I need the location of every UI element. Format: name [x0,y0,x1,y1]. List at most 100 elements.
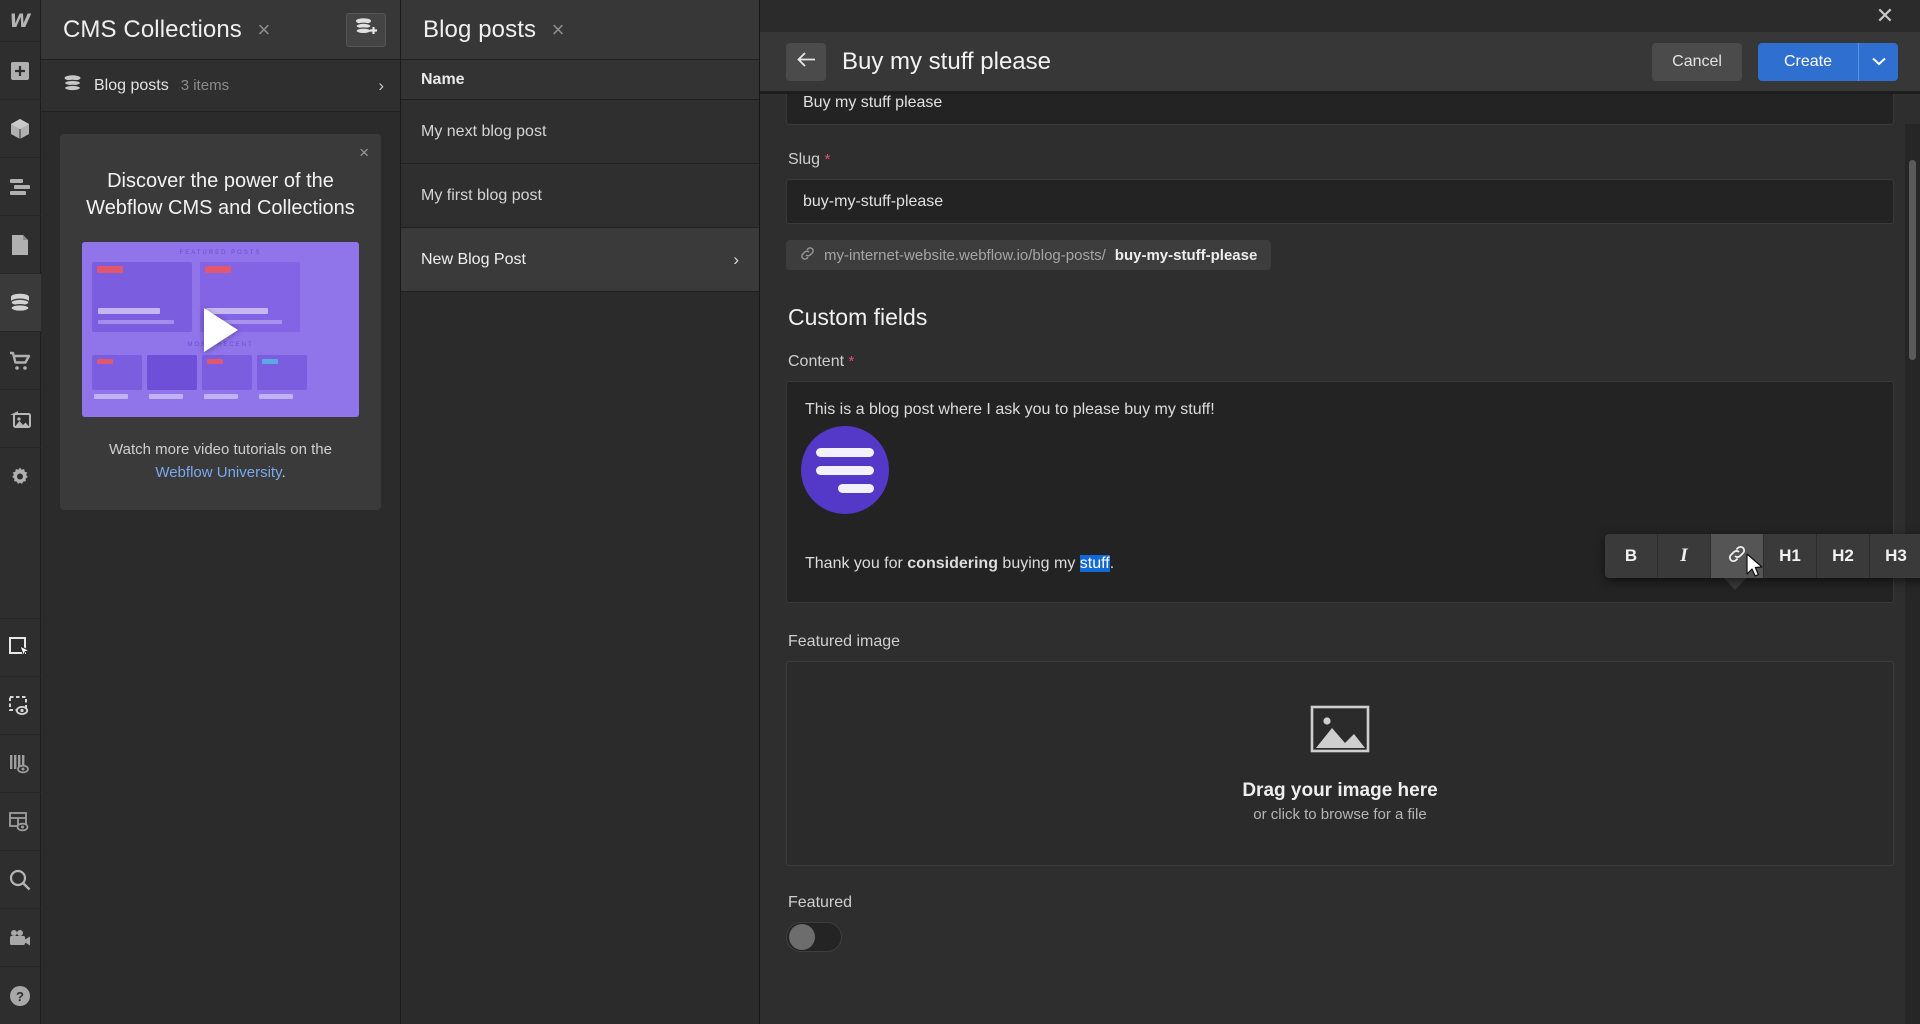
toggle-knob [789,924,815,950]
video-card [147,355,197,390]
sidebar-item-assets[interactable] [0,389,41,447]
box-icon [9,118,31,140]
chevron-right-icon: › [378,75,384,95]
promo-video-thumbnail[interactable]: FEATURED POSTS MORE RECENT [82,242,359,417]
required-asterisk: * [848,353,855,370]
sidebar-item-settings[interactable] [0,447,41,505]
svg-text:?: ? [16,989,24,1004]
list-item[interactable]: My first blog post [401,164,759,228]
webflow-designer: W ? CMS Collections × Blog posts 3 items… [0,0,1920,1024]
promo-title: Discover the power of the Webflow CMS an… [86,170,355,219]
list-item[interactable]: My next blog post [401,100,759,164]
image-dropzone[interactable]: Drag your image here or click to browse … [786,661,1894,866]
webflow-logo[interactable]: W [0,0,41,41]
video-camera-icon [9,929,31,947]
content-paragraph-2: Thank you for considering buying my stuf… [805,552,1114,576]
italic-button[interactable]: I [1658,534,1711,578]
create-button[interactable]: Create [1757,42,1858,81]
editor-header: Buy my stuff please Cancel Create [760,32,1920,92]
heading1-button[interactable]: H1 [1764,534,1817,578]
search-tool[interactable] [0,850,41,908]
post-name: My next blog post [421,122,547,140]
question-circle-icon: ? [9,985,31,1007]
close-collections-panel-icon[interactable]: × [252,18,276,41]
video-card-tag [262,359,278,364]
link-icon [800,246,815,265]
paragraph-block-icon[interactable] [801,426,889,514]
sidebar-item-cms[interactable] [0,273,41,331]
select-tool[interactable] [0,618,41,676]
promo-card: × Discover the power of the Webflow CMS … [60,134,381,510]
bold-button[interactable]: B [1605,534,1658,578]
video-card-title [98,308,160,314]
sidebar-item-ecommerce[interactable] [0,331,41,389]
promo-footer: Watch more video tutorials on the Webflo… [82,439,359,484]
embed-line [816,465,874,475]
video-caption [149,394,183,399]
play-button-icon[interactable] [203,307,238,352]
url-preview[interactable]: my-internet-website.webflow.io/blog-post… [786,240,1272,270]
video-caption [94,394,128,399]
selected-text: stuff [1079,555,1110,572]
video-card [257,355,307,390]
database-plus-icon [354,17,378,42]
name-value: Buy my stuff please [803,93,943,111]
content-p2-bold: considering [907,555,998,572]
close-promo-icon[interactable]: × [359,143,369,163]
slug-input[interactable]: buy-my-stuff-please [786,179,1894,224]
slug-label-text: Slug [788,151,821,168]
sidebar-item-components[interactable] [0,99,41,157]
help-button[interactable]: ? [0,966,41,1024]
post-name: New Blog Post [421,250,526,268]
webflow-university-link[interactable]: Webflow University [155,464,281,481]
add-collection-button[interactable] [346,12,386,47]
back-button[interactable] [786,42,826,81]
columns-preview-tool[interactable] [0,734,41,792]
video-card-tag [207,359,223,364]
grid-eye-icon [9,811,31,832]
editor-title: Buy my stuff please [842,47,1051,75]
grid-preview-tool[interactable] [0,792,41,850]
video-tutorials-tool[interactable] [0,908,41,966]
column-header-name: Name [421,70,465,88]
cancel-button[interactable]: Cancel [1652,42,1742,81]
slug-label: Slug * [788,151,1894,169]
form-top-edge [760,92,1920,94]
collection-item-blog-posts[interactable]: Blog posts 3 items › [41,60,400,112]
arrow-left-icon [796,50,816,73]
mouse-cursor [1746,553,1766,584]
form-scrollbar-thumb[interactable] [1909,160,1916,360]
page-title: CMS Collections [63,15,242,43]
cms-collections-panel: CMS Collections × Blog posts 3 items › ×… [41,0,401,1024]
video-featured-heading: FEATURED POSTS [179,250,262,256]
database-icon [9,293,31,313]
heading3-button[interactable]: H3 [1870,534,1920,578]
left-toolbar: W ? [0,0,41,1024]
cart-icon [9,351,31,371]
cursor-select-icon [9,636,31,659]
sidebar-item-add[interactable] [0,41,41,99]
embed-line [816,447,874,457]
posts-column-header: Name [401,60,759,100]
search-icon [9,869,31,891]
sidebar-item-navigator[interactable] [0,157,41,215]
featured-toggle[interactable] [786,922,842,952]
video-card [92,355,142,390]
url-slug: buy-my-stuff-please [1114,246,1258,264]
dropzone-subtitle: or click to browse for a file [1253,805,1427,823]
content-label-text: Content [788,353,845,370]
video-card [92,262,192,332]
list-item-selected[interactable]: New Blog Post › [401,228,759,292]
window-top-bar: ✕ [760,0,1920,32]
format-toolbar-pointer [1722,576,1748,590]
promo-footer-period: . [281,463,286,481]
video-caption [259,394,293,399]
preview-element-tool[interactable] [0,676,41,734]
create-dropdown-button[interactable] [1858,42,1898,81]
name-input[interactable]: Buy my stuff please [786,92,1894,125]
sidebar-item-pages[interactable] [0,215,41,273]
close-posts-panel-icon[interactable]: × [546,18,570,41]
custom-fields-heading: Custom fields [788,304,928,330]
heading2-button[interactable]: H2 [1817,534,1870,578]
close-window-icon[interactable]: ✕ [1850,0,1920,32]
